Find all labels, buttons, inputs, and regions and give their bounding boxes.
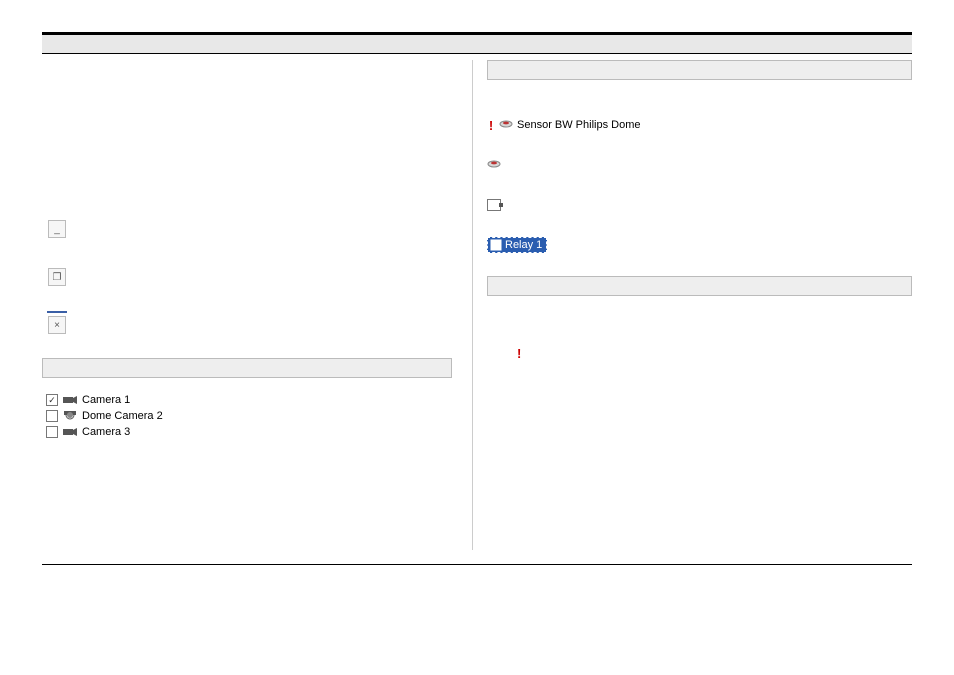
minimize-icon: _ — [54, 224, 60, 235]
right-section-header-1 — [487, 60, 912, 80]
tree-item-relay[interactable]: Relay 1 — [487, 236, 912, 254]
restore-button[interactable]: ❐ — [48, 268, 66, 286]
tree-item-label: Sensor BW Philips Dome — [517, 119, 641, 131]
tree-item-label: Relay 1 — [505, 239, 542, 251]
sensor-icon — [499, 120, 513, 130]
selected-item: Relay 1 — [487, 237, 547, 253]
bottom-separator — [42, 564, 912, 566]
tree-item-sensor[interactable]: ! Sensor BW Philips Dome — [487, 116, 912, 134]
camera-icon — [62, 426, 78, 438]
camera-label: Dome Camera 2 — [82, 409, 163, 423]
camera-icon — [62, 394, 78, 406]
alert-icon: ! — [517, 346, 912, 361]
checkbox-icon[interactable] — [46, 426, 58, 438]
camera-label: Camera 1 — [82, 393, 130, 407]
window-control-group: _ ❐ × — [48, 220, 452, 334]
dome-camera-icon — [62, 410, 78, 422]
tree-item-aux[interactable] — [487, 196, 912, 214]
relay-icon — [490, 239, 502, 251]
top-header-bar — [42, 32, 912, 54]
checkbox-icon[interactable] — [46, 410, 58, 422]
camera-label: Camera 3 — [82, 425, 130, 439]
camera-row[interactable]: Dome Camera 2 — [46, 408, 452, 424]
close-icon: × — [54, 320, 60, 331]
checkbox-icon[interactable]: ✓ — [46, 394, 58, 406]
minimize-button[interactable]: _ — [48, 220, 66, 238]
aux-io-icon — [487, 199, 501, 211]
device-tree: ! Sensor BW Philips Dome — [487, 116, 912, 254]
camera-row[interactable]: Camera 3 — [46, 424, 452, 440]
left-section-header — [42, 358, 452, 378]
sensor-icon — [487, 160, 501, 170]
restore-icon: ❐ — [53, 272, 62, 283]
alert-icon: ! — [487, 118, 495, 133]
camera-list: ✓ Camera 1 Dome Camera 2 — [46, 392, 452, 440]
close-button[interactable]: × — [48, 316, 66, 334]
right-section-header-2 — [487, 276, 912, 296]
accent-bar — [47, 311, 67, 313]
camera-row[interactable]: ✓ Camera 1 — [46, 392, 452, 408]
tree-item-device[interactable] — [487, 156, 912, 174]
